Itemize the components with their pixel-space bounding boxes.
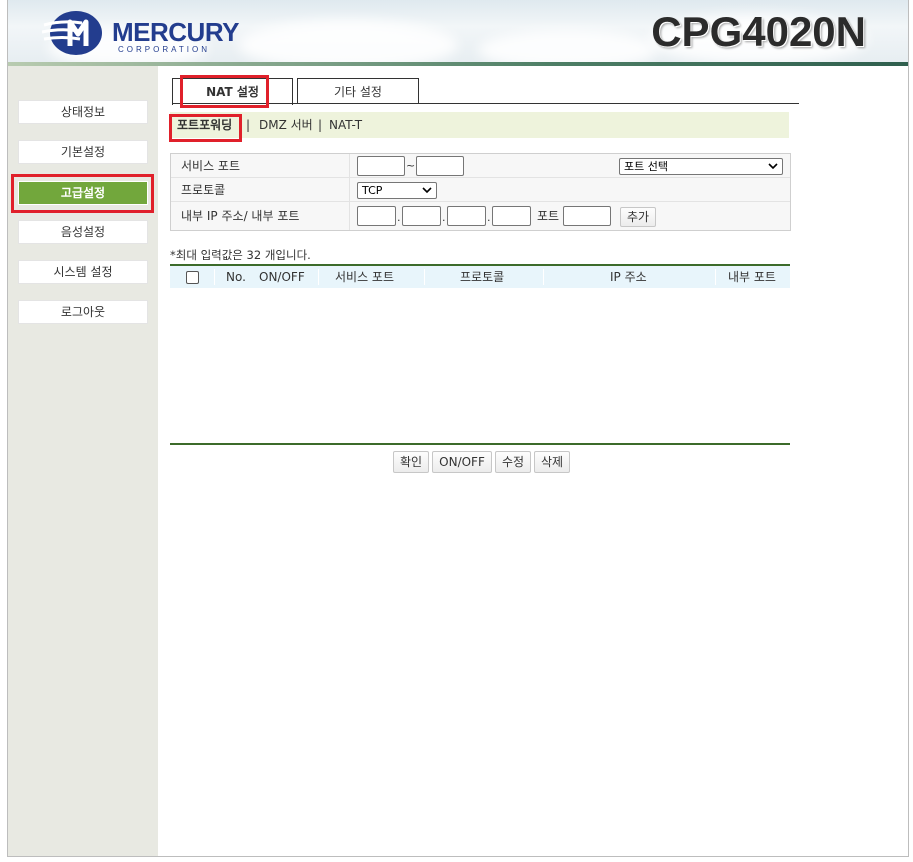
tab-other-settings[interactable]: 기타 설정 xyxy=(297,78,419,104)
ip-octet-4-input[interactable] xyxy=(492,206,531,226)
model-name: CPG4020N xyxy=(651,8,866,55)
service-port-end-input[interactable] xyxy=(416,156,464,176)
form-row-service-port: 서비스 포트 ~ 포트 선택 xyxy=(171,154,790,178)
subnav-port-forwarding[interactable]: 포트포워딩 xyxy=(177,112,232,138)
select-all-checkbox[interactable] xyxy=(186,271,199,284)
subnav-separator: | xyxy=(318,118,323,132)
sidebar-item-logout[interactable]: 로그아웃 xyxy=(18,300,148,324)
service-port-start-input[interactable] xyxy=(357,156,405,176)
protocol-select[interactable]: TCP xyxy=(357,182,437,199)
mercury-logo: MERCURY CORPORATION xyxy=(42,10,239,58)
sidebar-item-basic[interactable]: 기본설정 xyxy=(18,140,148,164)
header-ip-address: IP 주소 xyxy=(610,270,647,284)
edit-button[interactable]: 수정 xyxy=(495,451,531,473)
sub-navigation: 포트포워딩 | DMZ 서버 | NAT-T xyxy=(170,112,789,138)
internal-port-input[interactable] xyxy=(563,206,611,226)
brand-name: MERCURY xyxy=(112,17,239,47)
protocol-label: 프로토콜 xyxy=(181,183,226,197)
form-row-internal: 내부 IP 주소/ 내부 포트 . . . 포트 추가 xyxy=(171,202,790,230)
subnav-separator: | xyxy=(246,118,251,132)
ip-octet-1-input[interactable] xyxy=(357,206,396,226)
delete-button[interactable]: 삭제 xyxy=(534,451,570,473)
ip-octet-2-input[interactable] xyxy=(402,206,441,226)
onoff-button[interactable]: ON/OFF xyxy=(432,451,492,473)
sidebar-item-status[interactable]: 상태정보 xyxy=(18,100,148,124)
header-no: No. xyxy=(226,270,246,284)
sidebar-item-voice[interactable]: 음성설정 xyxy=(18,220,148,244)
confirm-button[interactable]: 확인 xyxy=(393,451,429,473)
protocol-select-value: TCP xyxy=(362,184,383,197)
subnav-dmz[interactable]: DMZ 서버 xyxy=(259,112,313,138)
sidebar-item-system[interactable]: 시스템 설정 xyxy=(18,260,148,284)
subnav-nat-t[interactable]: NAT-T xyxy=(329,112,362,138)
port-forward-form: 서비스 포트 ~ 포트 선택 프로토콜 TCP 내부 IP 주소/ 내부 포트 … xyxy=(170,153,791,231)
table-header: No. ON/OFF 서비스 포트 프로토콜 IP 주소 내부 포트 xyxy=(170,266,790,288)
port-select-value: 포트 선택 xyxy=(624,160,668,173)
max-entries-note: *최대 입력값은 32 개입니다. xyxy=(170,248,311,262)
chevron-down-icon xyxy=(422,187,432,194)
header-internal-port: 내부 포트 xyxy=(728,270,776,284)
page-frame: MERCURY CORPORATION CPG4020N 상태정보 기본설정 고… xyxy=(7,0,909,857)
sidebar-item-advanced[interactable]: 고급설정 xyxy=(18,181,148,205)
tabs-divider xyxy=(172,103,799,104)
header-protocol: 프로토콜 xyxy=(460,270,505,284)
tilde-text: ~ xyxy=(406,159,416,172)
add-button[interactable]: 추가 xyxy=(620,207,656,227)
ip-octet-3-input[interactable] xyxy=(447,206,486,226)
dot-text: . xyxy=(487,211,491,224)
header-service-port: 서비스 포트 xyxy=(335,270,395,284)
port-label: 포트 xyxy=(537,209,560,223)
dot-text: . xyxy=(442,211,446,224)
header: MERCURY CORPORATION CPG4020N xyxy=(8,0,908,66)
form-row-protocol: 프로토콜 TCP xyxy=(171,178,790,202)
tab-nat-settings[interactable]: NAT 설정 xyxy=(172,78,293,105)
chevron-down-icon xyxy=(768,163,778,170)
port-select[interactable]: 포트 선택 xyxy=(619,158,783,175)
sidebar: 상태정보 기본설정 고급설정 음성설정 시스템 설정 로그아웃 xyxy=(8,66,158,856)
brand-sub: CORPORATION xyxy=(118,45,210,54)
header-onoff: ON/OFF xyxy=(259,270,305,284)
dot-text: . xyxy=(397,211,401,224)
service-port-label: 서비스 포트 xyxy=(181,159,241,173)
table-bottom-border xyxy=(170,443,790,445)
internal-label: 내부 IP 주소/ 내부 포트 xyxy=(181,209,300,223)
mercury-logo-icon xyxy=(42,11,102,55)
